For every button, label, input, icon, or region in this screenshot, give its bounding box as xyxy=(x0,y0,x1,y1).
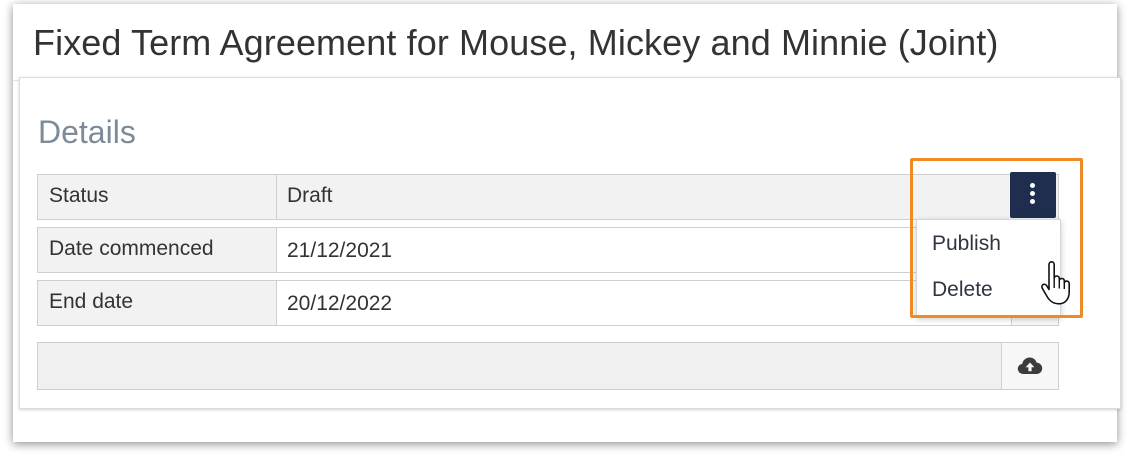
page-title: Fixed Term Agreement for Mouse, Mickey a… xyxy=(33,22,999,63)
details-panel: Details Status Draft Date commenced 21/1… xyxy=(19,77,1121,409)
upload-row xyxy=(37,342,1059,390)
status-value: Draft xyxy=(287,184,333,207)
end-date-value: 20/12/2022 xyxy=(287,292,393,315)
vertical-dots-icon xyxy=(1030,183,1036,207)
date-commenced-row: Date commenced 21/12/2021 xyxy=(37,227,1059,273)
cloud-upload-icon xyxy=(1017,357,1043,374)
end-date-label: End date xyxy=(38,281,277,325)
actions-dropdown: Publish Delete xyxy=(916,219,1061,317)
publish-menu-item[interactable]: Publish xyxy=(932,232,1001,256)
end-date-row: End date 20/12/2022 xyxy=(37,280,1059,326)
date-commenced-value: 21/12/2021 xyxy=(287,239,393,262)
status-row: Status Draft xyxy=(37,174,1059,220)
details-heading: Details xyxy=(38,114,136,150)
status-label: Status xyxy=(38,175,277,219)
upload-field[interactable] xyxy=(38,343,1002,389)
actions-menu-button[interactable] xyxy=(1010,172,1056,218)
delete-menu-item[interactable]: Delete xyxy=(932,278,993,302)
date-commenced-label: Date commenced xyxy=(38,228,277,272)
upload-button[interactable] xyxy=(1001,343,1058,389)
